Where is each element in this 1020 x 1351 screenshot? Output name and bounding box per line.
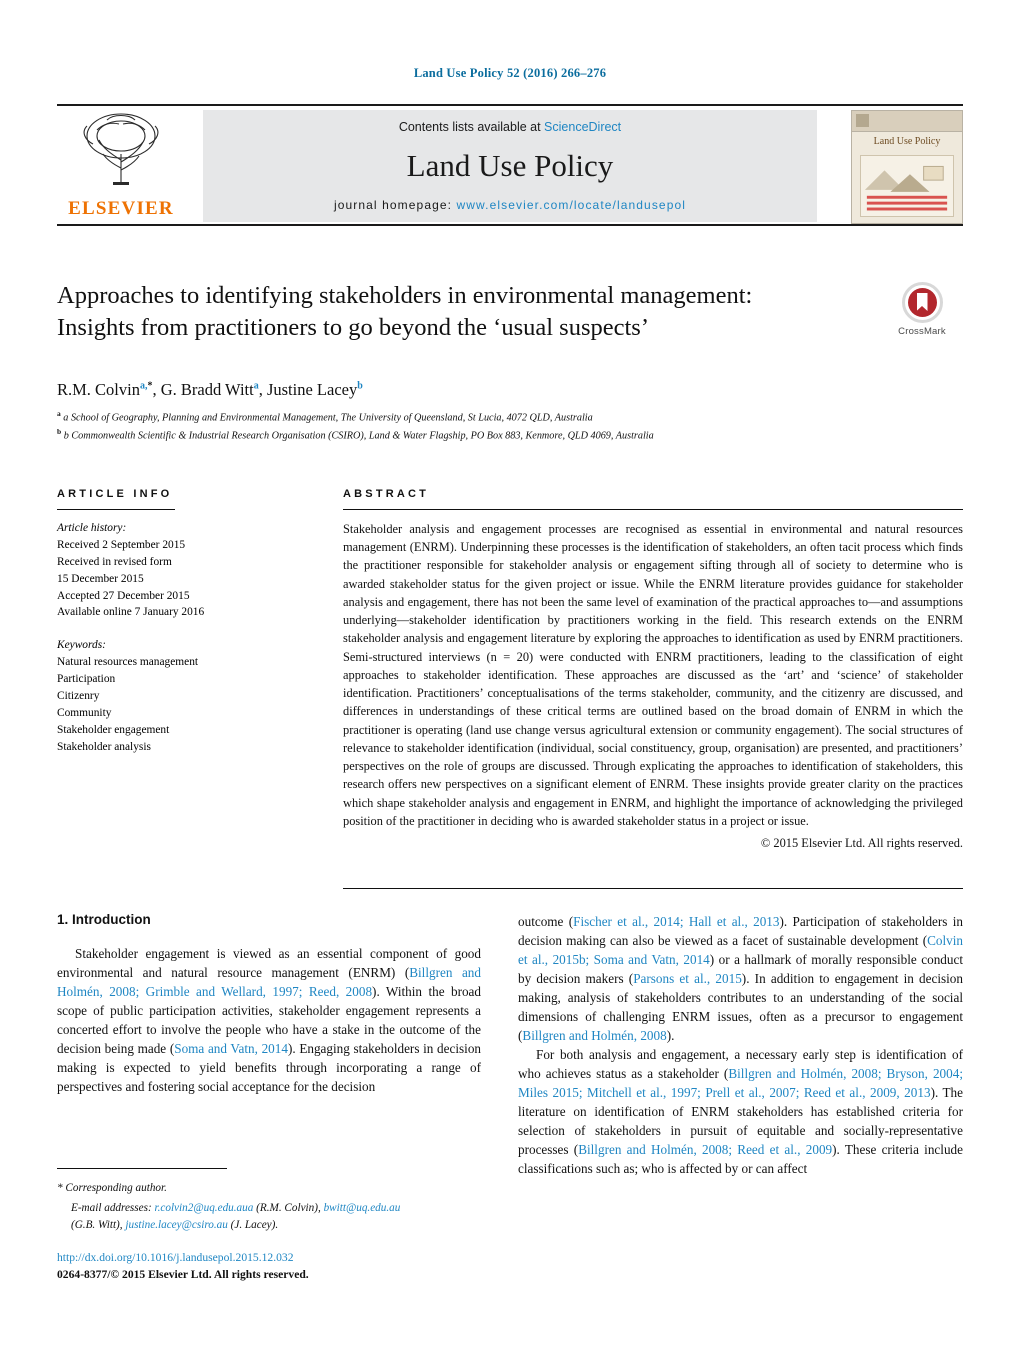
abstract-text: Stakeholder analysis and engagement proc… — [343, 522, 963, 828]
abstract-heading: ABSTRACT — [343, 488, 430, 500]
authors-text: R.M. Colvina,*, G. Bradd Witta, Justine … — [57, 380, 363, 399]
cover-artwork — [860, 155, 954, 217]
article-info-column: ARTICLE INFO Article history: Received 2… — [57, 488, 303, 755]
journal-homepage-link[interactable]: www.elsevier.com/locate/landusepol — [457, 198, 687, 212]
article-history-label: Article history: — [57, 522, 127, 534]
homepage-prefix: journal homepage: — [333, 198, 457, 212]
abstract-column: ABSTRACT Stakeholder analysis and engage… — [343, 488, 963, 852]
body-column-right: outcome (Fischer et al., 2014; Hall et a… — [518, 912, 963, 1178]
journal-title: Land Use Policy — [406, 148, 614, 183]
cover-landscape-icon — [861, 156, 953, 216]
sciencedirect-link[interactable]: ScienceDirect — [544, 120, 621, 134]
keyword-item: Natural resources management — [57, 656, 199, 669]
journal-homepage-line: journal homepage: www.elsevier.com/locat… — [203, 198, 817, 212]
affiliation-a: a a School of Geography, Planning and En… — [57, 409, 593, 424]
elsevier-wordmark: ELSEVIER — [68, 198, 174, 219]
email-addresses-note: E-mail addresses: r.colvin2@uq.edu.aua (… — [57, 1200, 481, 1234]
email-name-colvin: (R.M. Colvin), — [256, 1201, 321, 1214]
crossmark-badge-group[interactable]: CrossMark — [881, 282, 963, 337]
keyword-item: Stakeholder engagement — [57, 723, 170, 736]
contents-available-line: Contents lists available at ScienceDirec… — [203, 120, 817, 134]
footnote-block: * Corresponding author. E-mail addresses… — [57, 1180, 481, 1233]
keyword-item: Participation — [57, 673, 116, 685]
email-name-witt: (G.B. Witt), — [71, 1218, 123, 1231]
journal-masthead: ELSEVIER Contents lists available at Sci… — [57, 104, 963, 226]
history-line: Accepted 27 December 2015 — [57, 589, 190, 602]
history-line: Available online 7 January 2016 — [57, 606, 205, 619]
affiliation-b: b b Commonwealth Scientific & Industrial… — [57, 427, 654, 442]
citation-link[interactable]: Soma and Vatn, 2014 — [174, 1041, 288, 1056]
page-title: Approaches to identifying stakeholders i… — [57, 282, 753, 341]
keyword-item: Stakeholder analysis — [57, 740, 151, 753]
email-name-lacey: (J. Lacey). — [230, 1218, 279, 1231]
elsevier-logo: ELSEVIER — [57, 110, 185, 222]
keyword-item: Community — [57, 706, 112, 719]
keyword-item: Citizenry — [57, 689, 100, 702]
paragraph-text: ). — [666, 1028, 675, 1043]
abstract-copyright: © 2015 Elsevier Ltd. All rights reserved… — [760, 835, 963, 850]
abstract-bottom-rule — [343, 888, 963, 889]
paragraph: For both analysis and engagement, a nece… — [518, 1045, 963, 1178]
intro-right-text: outcome (Fischer et al., 2014; Hall et a… — [518, 912, 963, 1178]
corresponding-marker: * — [57, 1182, 63, 1194]
citation-link[interactable]: Billgren and Holmén, 2008; Reed et al., … — [578, 1142, 832, 1157]
affiliation-a-text: a School of Geography, Planning and Envi… — [63, 412, 593, 424]
contents-prefix: Contents lists available at — [398, 120, 545, 134]
email-link-lacey[interactable]: justine.lacey@csiro.au — [125, 1219, 227, 1231]
affiliation-b-text: b Commonwealth Scientific & Industrial R… — [63, 430, 654, 442]
crossmark-label: CrossMark — [898, 326, 946, 337]
history-line: Received in revised form — [57, 555, 172, 568]
affiliation-list: a a School of Geography, Planning and En… — [57, 408, 937, 444]
abstract-rule-top — [343, 509, 963, 510]
running-head: Land Use Policy 52 (2016) 266–276 — [413, 66, 607, 80]
article-info-heading: ARTICLE INFO — [57, 488, 173, 500]
body-column-left: 1. Introduction Stakeholder engagement i… — [57, 912, 481, 1096]
intro-left-text: Stakeholder engagement is viewed as an e… — [57, 944, 481, 1096]
cover-topbar — [852, 111, 962, 132]
author-list: R.M. Colvina,*, G. Bradd Witta, Justine … — [57, 380, 857, 400]
corresponding-text: Corresponding author. — [65, 1182, 167, 1194]
footnote-rule — [57, 1168, 227, 1169]
history-line: Received 2 September 2015 — [57, 538, 186, 551]
doi-link[interactable]: http://dx.doi.org/10.1016/j.landusepol.2… — [57, 1249, 557, 1266]
email-link-colvin[interactable]: r.colvin2@uq.edu.aua — [154, 1202, 253, 1214]
issn-copyright-line: 0264-8377/© 2015 Elsevier Ltd. All right… — [57, 1268, 309, 1282]
masthead-center-panel: Contents lists available at ScienceDirec… — [203, 110, 817, 222]
citation-link[interactable]: Fischer et al., 2014; Hall et al., 2013 — [573, 914, 779, 929]
title-block: Approaches to identifying stakeholders i… — [57, 280, 817, 343]
paper-page: Land Use Policy 52 (2016) 266–276 ELSEVI… — [0, 0, 1020, 1351]
masthead-bottom-rule — [57, 224, 963, 226]
citation-link[interactable]: Billgren and Holmén, 2008 — [522, 1028, 666, 1043]
paragraph-text: outcome ( — [518, 914, 574, 929]
journal-cover-thumbnail: Land Use Policy — [851, 110, 963, 224]
masthead-top-rule — [57, 104, 963, 106]
crossmark-icon — [901, 282, 943, 323]
paragraph: Stakeholder engagement is viewed as an e… — [57, 944, 481, 1096]
email-link-witt[interactable]: bwitt@uq.edu.au — [324, 1202, 401, 1214]
elsevier-tree-icon — [83, 113, 159, 185]
history-line: 15 December 2015 — [57, 572, 144, 585]
section-heading-introduction: 1. Introduction — [57, 912, 151, 927]
article-info-rule — [57, 509, 175, 510]
abstract-body: Stakeholder analysis and engagement proc… — [343, 520, 963, 852]
paragraph: outcome (Fischer et al., 2014; Hall et a… — [518, 912, 963, 1045]
footer-doi-block: http://dx.doi.org/10.1016/j.landusepol.2… — [57, 1249, 557, 1284]
corresponding-author-note: * Corresponding author. — [57, 1180, 481, 1197]
emails-label: E-mail addresses: — [71, 1201, 152, 1214]
cover-title: Land Use Policy — [873, 136, 941, 147]
citation-link[interactable]: Parsons et al., 2015 — [633, 971, 742, 986]
keywords-label: Keywords: — [57, 639, 106, 652]
